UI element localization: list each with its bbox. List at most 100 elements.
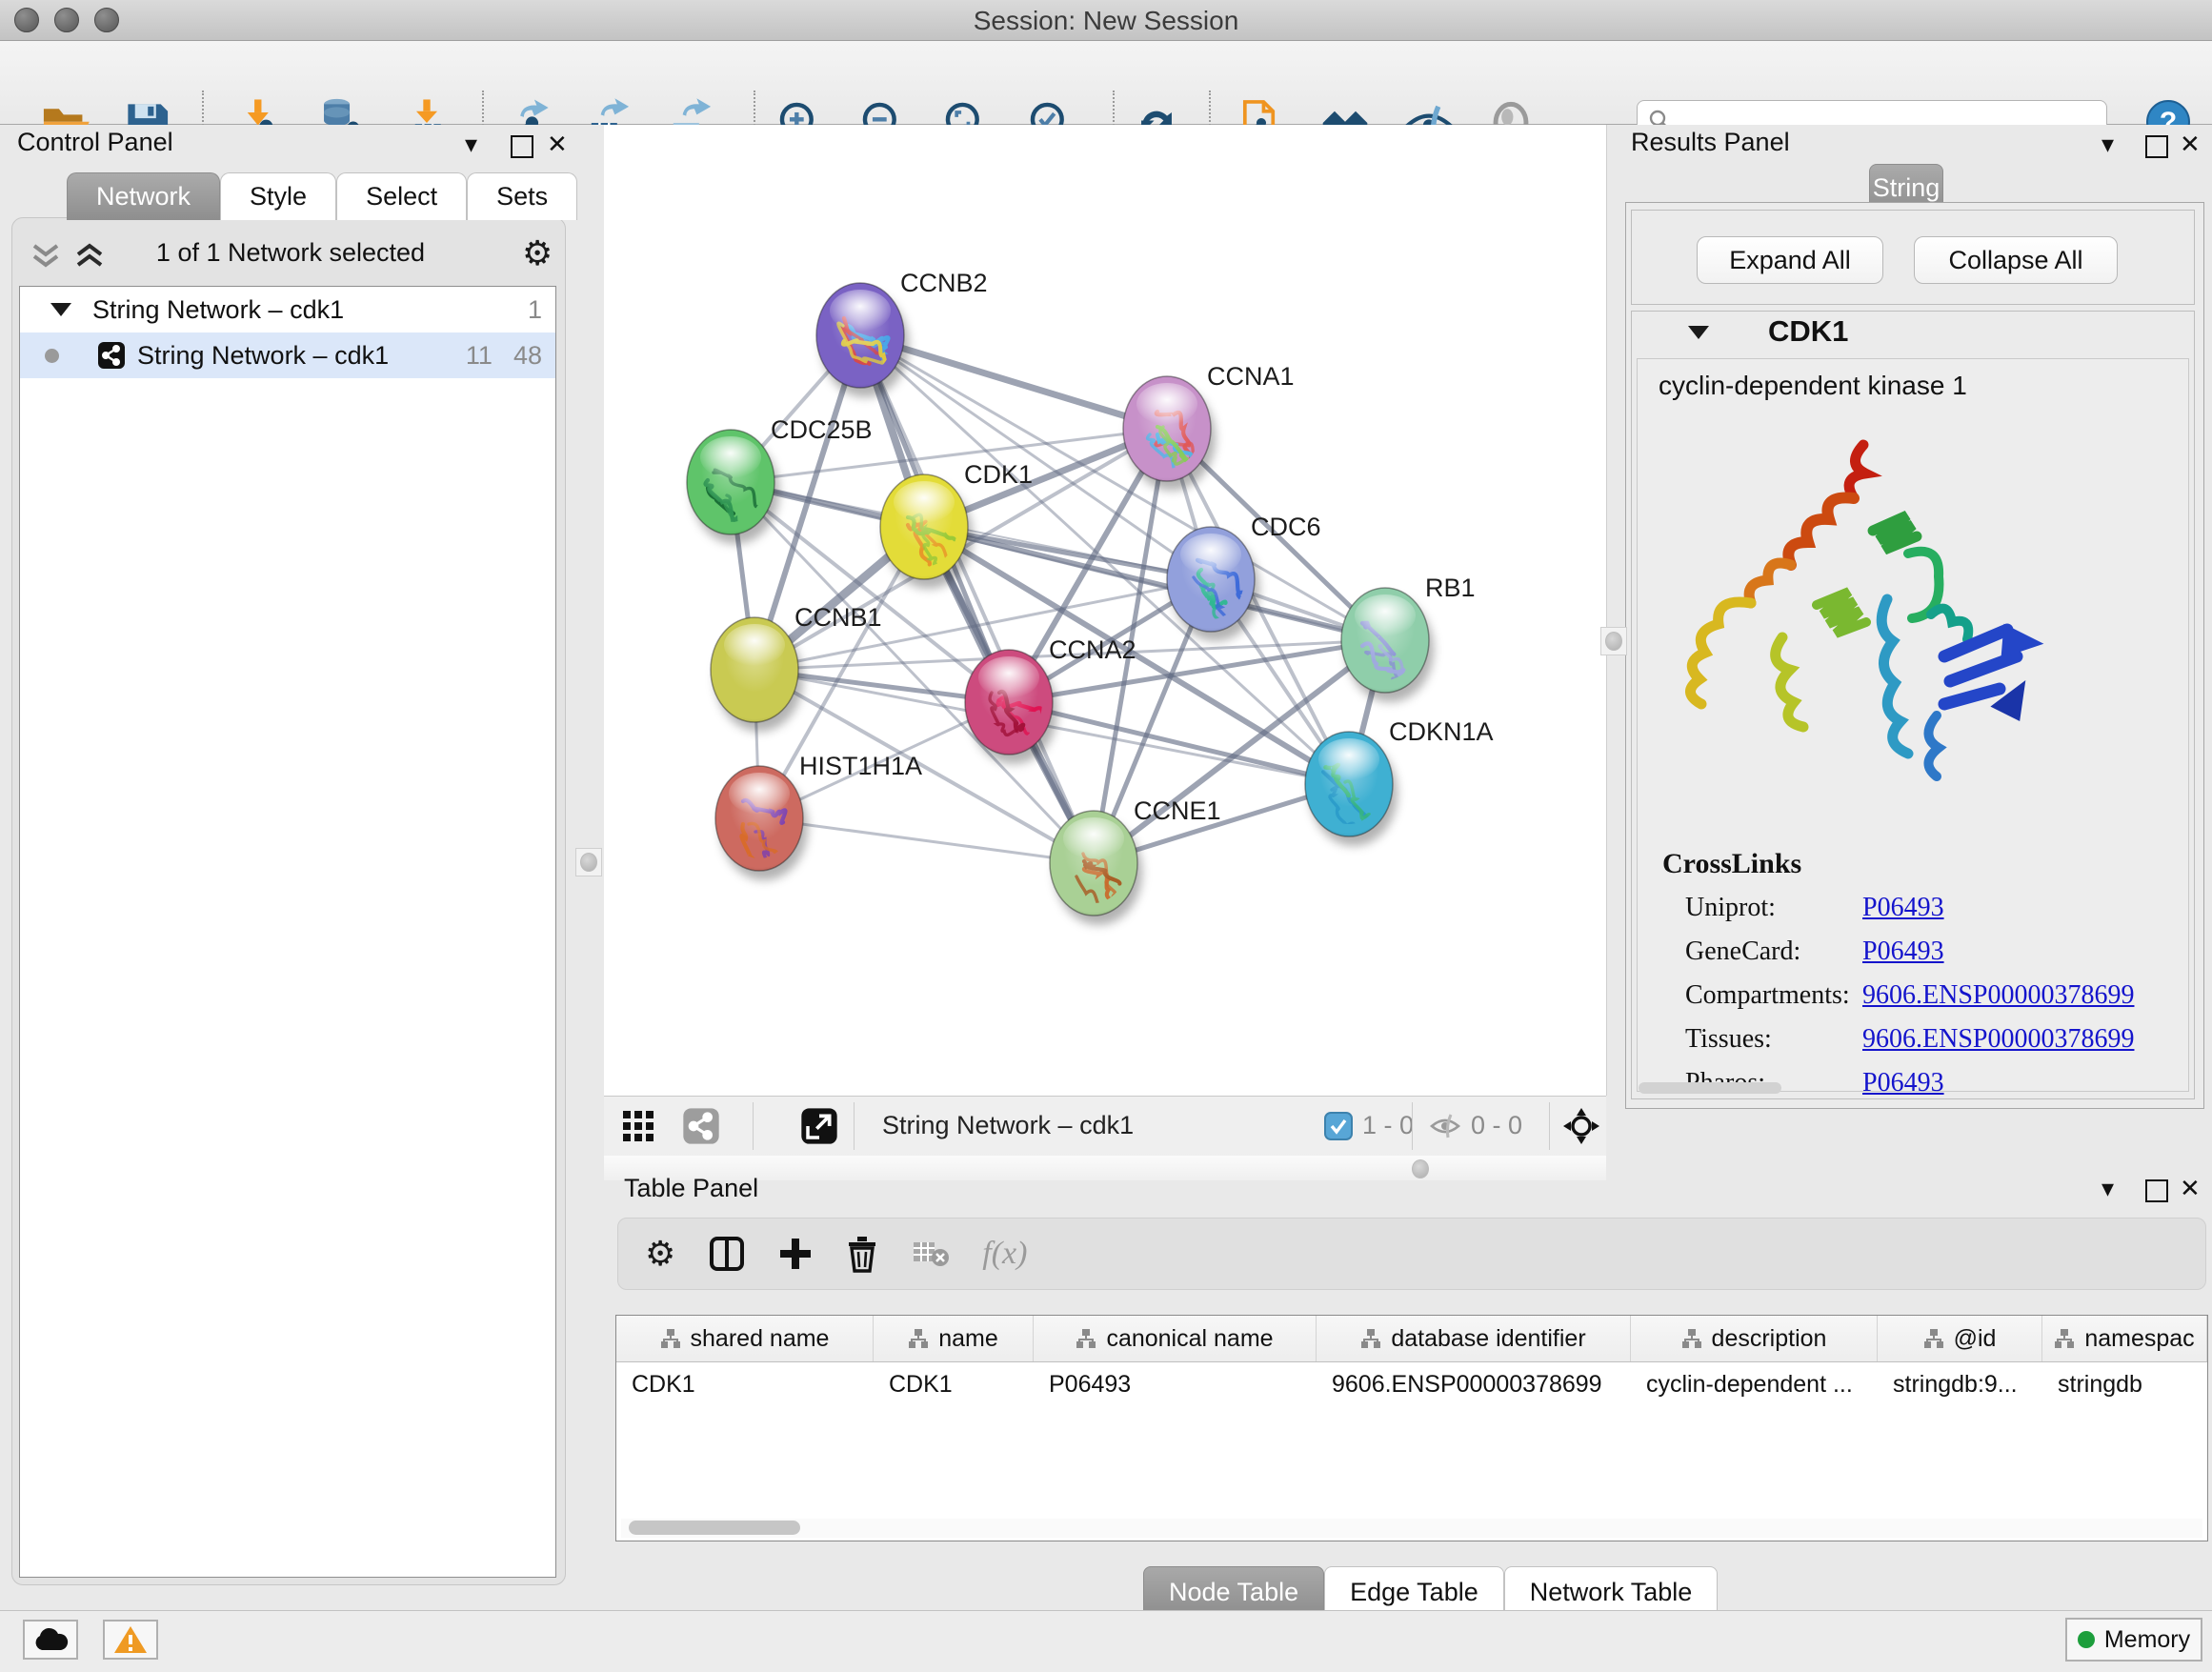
node-table: shared namenamecanonical namedatabase id… xyxy=(615,1315,2208,1541)
table-panel-close-icon[interactable]: ✕ xyxy=(2180,1176,2201,1200)
delete-column-icon[interactable] xyxy=(845,1235,879,1273)
network-status-dot xyxy=(45,349,59,363)
network-node-CCNA2[interactable] xyxy=(965,650,1057,764)
grid-view-button[interactable] xyxy=(621,1109,655,1148)
column-header-shared-name[interactable]: shared name xyxy=(616,1316,874,1361)
network-node-CDK1[interactable] xyxy=(880,474,973,589)
network-view-button[interactable] xyxy=(682,1107,720,1150)
shared-column-icon xyxy=(908,1328,929,1349)
network-node-CDKN1A[interactable] xyxy=(1305,732,1398,846)
crosslinks-list: Uniprot:P06493GeneCard:P06493Compartment… xyxy=(1685,886,2188,1105)
birdseye-toggle-button[interactable] xyxy=(1562,1107,1600,1150)
tab-select[interactable]: Select xyxy=(336,172,467,220)
network-node-CCNA1[interactable] xyxy=(1123,376,1216,491)
table-panel-menu-icon[interactable]: ▾ xyxy=(2101,1176,2114,1200)
table-hscrollbar-thumb[interactable] xyxy=(629,1521,800,1535)
cytoscape-window: { "window": {"title": "Session: New Sess… xyxy=(0,0,2212,1671)
column-header--id[interactable]: @id xyxy=(1878,1316,2042,1361)
network-graph[interactable]: CCNB2CCNA1CDC25BCDK1CDC6RB1CCNB1CCNA2CDK… xyxy=(604,125,1606,1096)
network-edge-count: 48 xyxy=(513,341,542,371)
collapse-expand-chevrons xyxy=(29,238,114,276)
results-hscrollbar-thumb[interactable] xyxy=(1639,1082,1781,1094)
navbar-separator xyxy=(1549,1102,1550,1150)
column-header-description[interactable]: description xyxy=(1631,1316,1878,1361)
detach-view-button[interactable] xyxy=(800,1107,838,1150)
crosslink-label: Uniprot: xyxy=(1685,893,1862,923)
network-collection-row[interactable]: String Network – cdk1 1 xyxy=(20,287,555,332)
crosslink-link[interactable]: P06493 xyxy=(1862,1068,1944,1098)
table-cell: CDK1 xyxy=(874,1362,1034,1406)
network-view-title: String Network – cdk1 xyxy=(882,1111,1134,1140)
crosslink-link[interactable]: 9606.ENSP00000378699 xyxy=(1862,980,2134,1011)
network-node-CCNB2[interactable] xyxy=(816,283,909,397)
network-selected-status: 1 of 1 Network selected xyxy=(114,238,467,268)
network-panel-gear-icon[interactable]: ⚙ xyxy=(522,236,553,271)
network-row-selected[interactable]: String Network – cdk1 11 48 xyxy=(20,332,555,378)
column-header-database-identifier[interactable]: database identifier xyxy=(1317,1316,1631,1361)
network-node-CDC6[interactable] xyxy=(1167,527,1259,641)
shared-column-icon xyxy=(1360,1328,1381,1349)
network-node-CCNB1[interactable] xyxy=(711,617,803,732)
splitter-handle[interactable] xyxy=(1412,1159,1429,1178)
node-label-HIST1H1A: HIST1H1A xyxy=(799,752,922,780)
selected-counter: 1 - 0 xyxy=(1324,1111,1414,1140)
node-label-CCNB1: CCNB1 xyxy=(794,603,882,632)
left-splitter-handle[interactable] xyxy=(575,848,602,876)
network-edge-CCNA2-CDKN1A xyxy=(1009,702,1349,784)
add-column-icon[interactable] xyxy=(778,1237,813,1271)
node-label-CDC25B: CDC25B xyxy=(771,415,873,444)
crosslink-link[interactable]: P06493 xyxy=(1862,893,1944,923)
show-columns-icon[interactable] xyxy=(708,1235,746,1273)
collapse-all-button[interactable]: Collapse All xyxy=(1914,236,2118,284)
selected-count-text: 1 - 0 xyxy=(1362,1111,1414,1140)
network-node-CCNE1[interactable] xyxy=(1050,811,1142,925)
tab-sets[interactable]: Sets xyxy=(467,172,577,220)
delete-table-icon[interactable] xyxy=(912,1239,950,1269)
expand-all-button[interactable]: Expand All xyxy=(1697,236,1883,284)
shared-column-icon xyxy=(660,1328,681,1349)
column-header-canonical-name[interactable]: canonical name xyxy=(1034,1316,1317,1361)
cloud-status-button[interactable] xyxy=(23,1620,78,1660)
collection-collapse-caret[interactable] xyxy=(50,303,71,316)
node-label-CDC6: CDC6 xyxy=(1251,513,1321,541)
right-splitter-handle[interactable] xyxy=(1600,627,1627,655)
results-panel-menu-icon[interactable]: ▾ xyxy=(2101,131,2114,156)
control-panel-close-icon[interactable]: ✕ xyxy=(547,131,568,156)
results-panel-title: Results Panel xyxy=(1631,128,1790,157)
control-panel-menu-icon[interactable]: ▾ xyxy=(465,131,477,156)
network-node-RB1[interactable] xyxy=(1341,588,1434,702)
results-panel-float-icon[interactable] xyxy=(2145,135,2168,158)
table-hscrollbar[interactable] xyxy=(621,1519,2202,1538)
function-builder-icon[interactable]: f(x) xyxy=(982,1236,1027,1272)
table-cell: cyclin-dependent ... xyxy=(1631,1362,1878,1406)
column-header-namespac[interactable]: namespac xyxy=(2042,1316,2207,1361)
cloud-icon xyxy=(32,1627,69,1652)
crosslink-link[interactable]: P06493 xyxy=(1862,937,1944,967)
cdk1-collapse-caret[interactable] xyxy=(1688,326,1709,339)
collection-label: String Network – cdk1 xyxy=(92,295,344,325)
network-canvas-panel[interactable]: CCNB2CCNA1CDC25BCDK1CDC6RB1CCNB1CCNA2CDK… xyxy=(604,125,1607,1096)
crosslink-label: Compartments: xyxy=(1685,980,1862,1011)
table-row[interactable]: CDK1CDK1P064939606.ENSP00000378699cyclin… xyxy=(616,1362,2207,1406)
network-node-HIST1H1A[interactable] xyxy=(715,766,808,880)
table-settings-gear-icon[interactable]: ⚙ xyxy=(645,1237,675,1271)
table-panel-float-icon[interactable] xyxy=(2145,1179,2168,1202)
memory-button[interactable]: Memory xyxy=(2065,1618,2202,1662)
tab-style[interactable]: Style xyxy=(220,172,336,220)
network-node-CDC25B[interactable] xyxy=(687,430,779,544)
hidden-count-text: 0 - 0 xyxy=(1471,1111,1522,1140)
warnings-button[interactable] xyxy=(103,1620,158,1660)
crosslink-link[interactable]: 9606.ENSP00000378699 xyxy=(1862,1024,2134,1055)
cdk1-section-body: cyclin-dependent kinase 1 CrossLinks Uni… xyxy=(1637,358,2189,1092)
results-panel-close-icon[interactable]: ✕ xyxy=(2180,131,2201,156)
shared-column-icon xyxy=(1923,1328,1944,1349)
selected-checkbox-icon[interactable] xyxy=(1324,1112,1353,1140)
table-cell: stringdb xyxy=(2042,1362,2207,1406)
network-edge-HIST1H1A-CCNE1 xyxy=(759,818,1094,863)
tab-network[interactable]: Network xyxy=(67,172,220,220)
control-panel-tabs: NetworkStyleSelectSets xyxy=(67,172,577,220)
network-view-navbar: String Network – cdk1 1 - 0 0 - 0 xyxy=(604,1096,1606,1157)
column-header-name[interactable]: name xyxy=(874,1316,1034,1361)
control-panel-float-icon[interactable] xyxy=(511,135,533,158)
protein-description: cyclin-dependent kinase 1 xyxy=(1659,371,2188,401)
